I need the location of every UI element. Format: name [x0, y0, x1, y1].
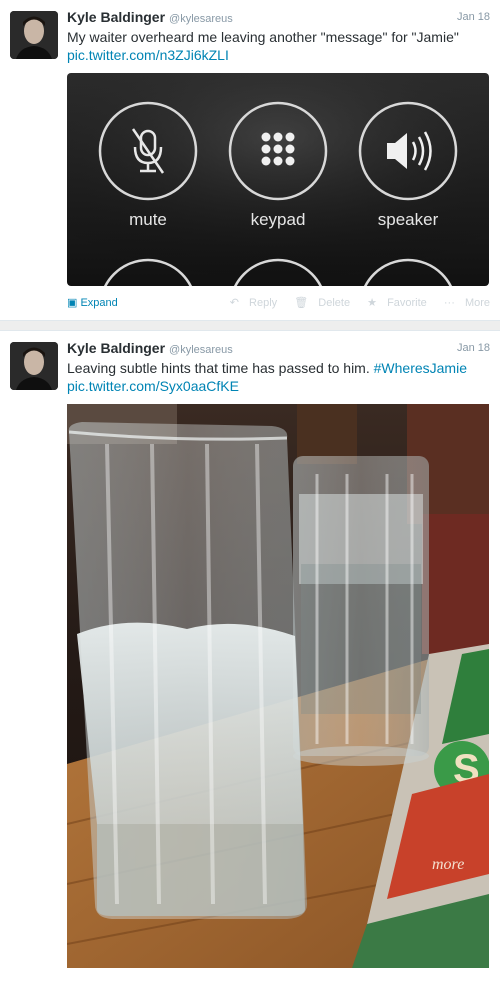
- delete-label: Delete: [318, 297, 351, 309]
- expand-link[interactable]: ▣ Expand: [67, 297, 118, 309]
- tweet-photo-phone-call-screen[interactable]: mute keypad speaker: [67, 73, 489, 286]
- tweet-author-name[interactable]: Kyle Baldinger: [67, 9, 165, 25]
- tweet-separator: [0, 320, 500, 331]
- tweet-1[interactable]: Kyle Baldinger @kylesareus Jan 18 My wait…: [0, 0, 500, 320]
- delete-button[interactable]: 🗑 Delete: [287, 297, 350, 309]
- keypad-icon: [261, 132, 295, 166]
- tweet-author-name[interactable]: Kyle Baldinger: [67, 340, 165, 356]
- tweet-date[interactable]: Jan 18: [457, 11, 490, 23]
- ellipsis-icon: ···: [443, 297, 455, 309]
- keypad-label: keypad: [251, 210, 306, 229]
- tweet-actions: ▣ Expand ↶ Reply 🗑 Delete ★ Favorite ···…: [67, 296, 490, 310]
- hashtag-link[interactable]: #WheresJamie: [374, 360, 467, 376]
- more-label: More: [464, 297, 490, 309]
- trash-icon: 🗑: [294, 297, 309, 309]
- reply-button[interactable]: ↶ Reply: [223, 297, 277, 309]
- reply-icon: ↶: [229, 297, 239, 309]
- front-water-glass: [68, 422, 307, 919]
- photo-icon: ▣: [67, 297, 78, 309]
- menu-text: more: [432, 856, 464, 873]
- tweet-photo-water-glasses[interactable]: S more: [67, 404, 489, 968]
- star-icon: ★: [367, 297, 377, 309]
- favorite-label: Favorite: [387, 297, 427, 309]
- speaker-label: speaker: [378, 210, 439, 229]
- back-water-glass: [293, 456, 429, 766]
- tweet-body: My waiter overheard me leaving another "…: [67, 29, 459, 45]
- tweet-date[interactable]: Jan 18: [457, 342, 490, 354]
- reply-label: Reply: [249, 297, 278, 309]
- expand-label: Expand: [80, 297, 118, 309]
- tweet-body: Leaving subtle hints that time has passe…: [67, 360, 370, 376]
- avatar[interactable]: [10, 11, 58, 59]
- mute-label: mute: [129, 210, 167, 229]
- favorite-button[interactable]: ★ Favorite: [360, 297, 427, 309]
- tweet-text: My waiter overheard me leaving another "…: [67, 28, 490, 64]
- tweet-text: Leaving subtle hints that time has passe…: [67, 359, 490, 395]
- tweet-photo-link[interactable]: pic.twitter.com/Syx0aaCfKE: [67, 378, 239, 394]
- tweet-author-handle[interactable]: @kylesareus: [169, 13, 233, 25]
- avatar[interactable]: [10, 342, 58, 390]
- more-button[interactable]: ··· More: [437, 297, 490, 309]
- tweet-photo-link[interactable]: pic.twitter.com/n3ZJi6kZLI: [67, 47, 229, 63]
- tweet-author-handle[interactable]: @kylesareus: [169, 344, 233, 356]
